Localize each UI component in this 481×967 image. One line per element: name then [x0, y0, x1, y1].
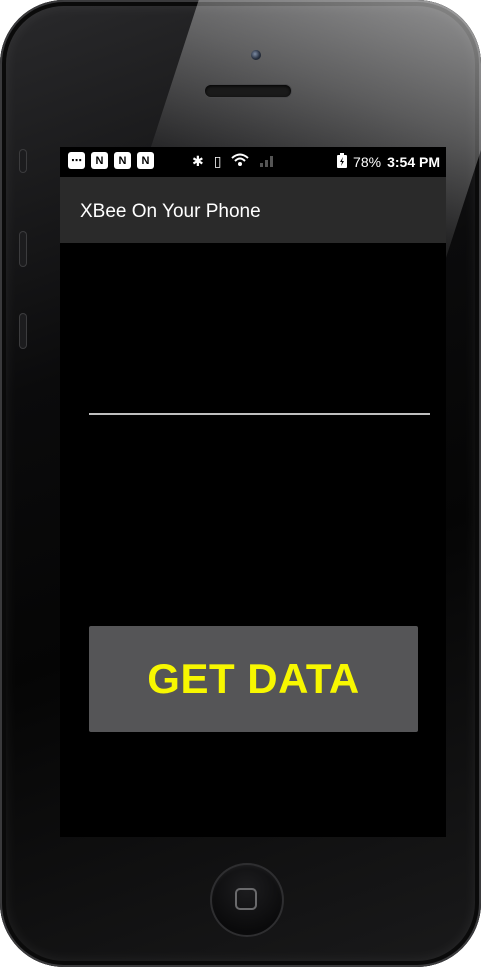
phone-frame: ⋯ N N N ✱ ▯ 78% 3:54 PM XBee On Your Pho…: [0, 0, 481, 967]
vibrate-icon: ▯: [213, 153, 222, 169]
notification-n-icon: N: [137, 152, 154, 169]
app-bar: XBee On Your Phone: [60, 177, 446, 243]
input-underline[interactable]: [89, 413, 430, 415]
notification-n-icon: N: [114, 152, 131, 169]
volume-down-button: [20, 314, 26, 348]
chat-icon: ⋯: [68, 152, 85, 169]
phone-screen: ⋯ N N N ✱ ▯ 78% 3:54 PM XBee On Your Pho…: [60, 147, 446, 837]
volume-up-button: [20, 232, 26, 266]
mute-switch: [20, 150, 26, 172]
home-square-icon: [235, 888, 257, 910]
signal-icon: [259, 153, 277, 170]
page-title: XBee On Your Phone: [80, 201, 261, 222]
front-camera: [251, 50, 261, 60]
get-data-button[interactable]: GET DATA: [89, 626, 418, 732]
clock: 3:54 PM: [387, 154, 440, 170]
battery-percent: 78%: [353, 154, 382, 170]
wifi-icon: [231, 153, 250, 170]
bluetooth-icon: ✱: [192, 153, 204, 169]
notification-n-icon: N: [91, 152, 108, 169]
battery-charging-icon: [337, 153, 348, 171]
status-bar: ⋯ N N N ✱ ▯ 78% 3:54 PM: [60, 147, 446, 177]
home-button[interactable]: [210, 863, 284, 937]
earpiece-speaker: [205, 85, 291, 97]
